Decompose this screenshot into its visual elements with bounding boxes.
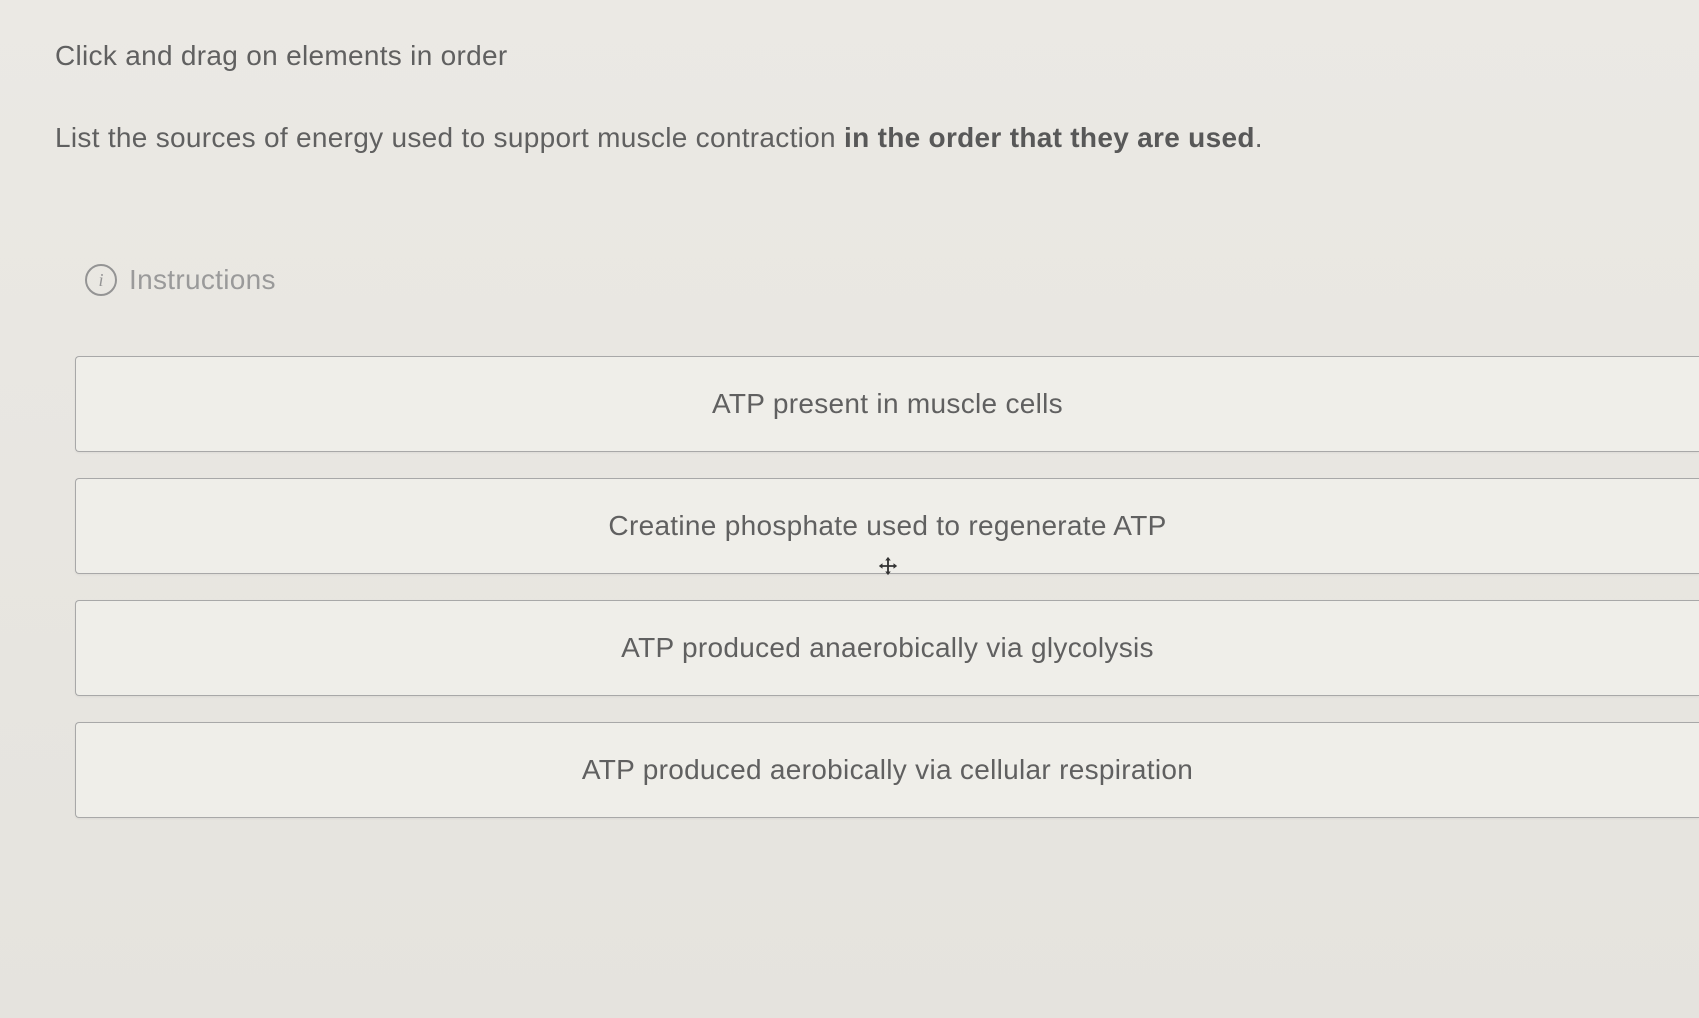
info-icon-glyph: i xyxy=(98,270,103,291)
question-suffix: . xyxy=(1255,122,1263,153)
sortable-item-label: ATP present in muscle cells xyxy=(712,388,1063,420)
question-prefix: List the sources of energy used to suppo… xyxy=(55,122,844,153)
sortable-item-label: ATP produced aerobically via cellular re… xyxy=(582,754,1193,786)
instructions-toggle[interactable]: i Instructions xyxy=(85,264,1699,296)
sortable-item-label: Creatine phosphate used to regenerate AT… xyxy=(608,510,1166,542)
question-prompt: List the sources of energy used to suppo… xyxy=(55,122,1699,154)
sortable-item[interactable]: ATP produced anaerobically via glycolysi… xyxy=(75,600,1699,696)
move-cursor-icon xyxy=(876,554,900,578)
drag-instruction-text: Click and drag on elements in order xyxy=(55,40,1699,72)
sortable-item[interactable]: ATP present in muscle cells xyxy=(75,356,1699,452)
sortable-item[interactable]: Creatine phosphate used to regenerate AT… xyxy=(75,478,1699,574)
sortable-item-label: ATP produced anaerobically via glycolysi… xyxy=(621,632,1154,664)
question-bold: in the order that they are used xyxy=(844,122,1255,153)
info-icon: i xyxy=(85,264,117,296)
sortable-item[interactable]: ATP produced aerobically via cellular re… xyxy=(75,722,1699,818)
instructions-label: Instructions xyxy=(129,264,276,296)
sortable-list: ATP present in muscle cells Creatine pho… xyxy=(75,356,1699,818)
